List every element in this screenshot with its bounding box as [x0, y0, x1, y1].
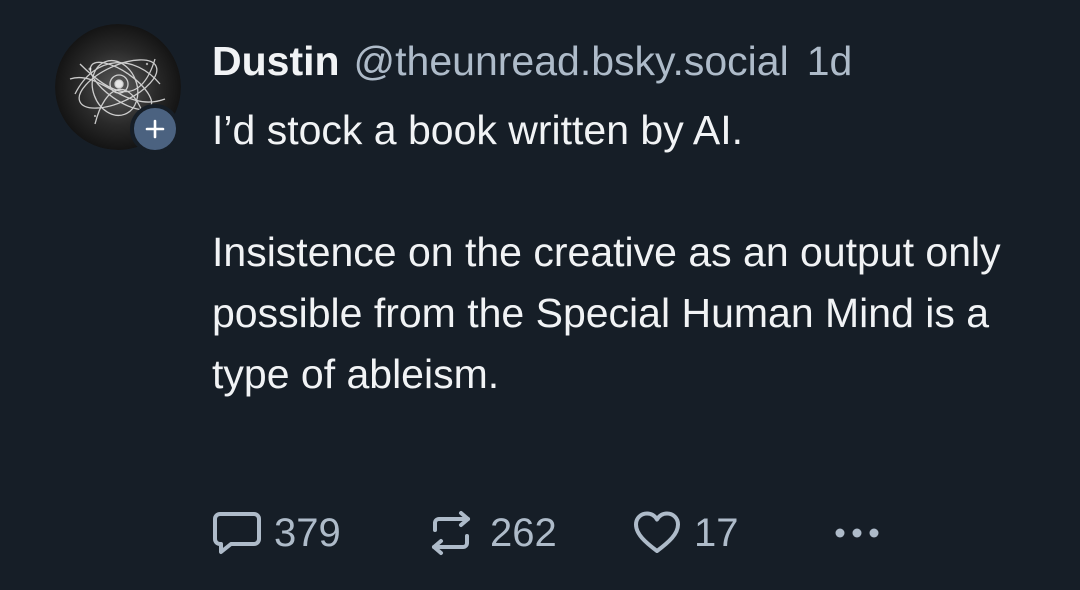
more-options-button[interactable]	[832, 505, 882, 561]
follow-button[interactable]	[130, 104, 180, 154]
post-timestamp[interactable]: 1d	[807, 36, 853, 86]
reply-button[interactable]: 379	[212, 505, 341, 561]
post-text: I’d stock a book written by AI. Insisten…	[212, 100, 1032, 405]
post-text-line1: I’d stock a book written by AI.	[212, 107, 743, 153]
reply-bubble-icon	[213, 512, 261, 554]
author-display-name[interactable]: Dustin	[212, 36, 340, 86]
post-header: Dustin @theunread.bsky.social 1d	[212, 36, 852, 86]
author-handle[interactable]: @theunread.bsky.social	[354, 36, 789, 86]
repost-arrows-icon	[432, 511, 470, 555]
repost-count: 262	[490, 510, 557, 555]
like-count: 17	[694, 510, 739, 555]
heart-icon	[634, 511, 680, 553]
reply-count: 379	[274, 510, 341, 555]
like-button[interactable]: 17	[632, 505, 739, 561]
post-card[interactable]: Dustin @theunread.bsky.social 1d I’d sto…	[0, 0, 1080, 590]
plus-icon	[145, 119, 165, 139]
post-actions: 379 262 17	[212, 505, 912, 561]
more-ellipsis-icon	[835, 528, 879, 538]
post-text-line2: Insistence on the creative as an output …	[212, 229, 1001, 397]
repost-button[interactable]: 262	[424, 505, 557, 561]
